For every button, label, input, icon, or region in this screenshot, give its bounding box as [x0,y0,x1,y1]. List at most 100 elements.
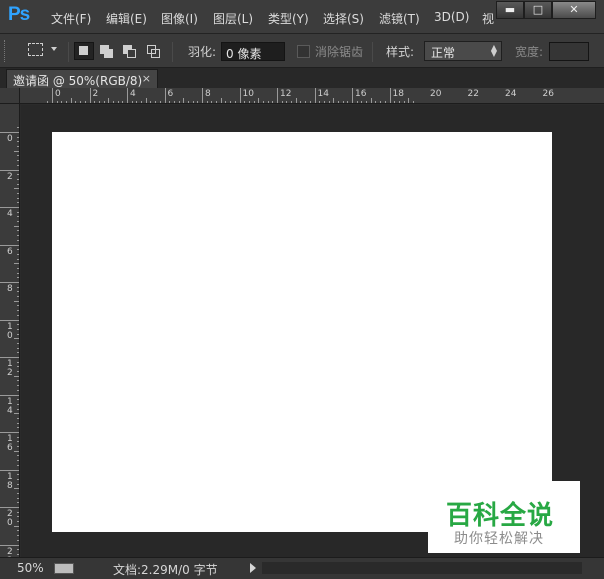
ruler-tick [17,460,19,462]
minimize-button[interactable]: ▬ [496,1,524,19]
ruler-label: 14 [7,396,13,416]
menu-edit[interactable]: 编辑(E) [106,10,147,27]
ruler-tick [17,492,19,494]
width-label: 宽度: [515,45,544,59]
ruler-tick [17,272,19,274]
ruler-label: 0 [55,89,61,99]
horizontal-scrollbar[interactable] [262,562,582,574]
chevron-down-icon [51,47,57,51]
menu-image[interactable]: 图像(I) [161,10,198,27]
ruler-tick [206,101,208,103]
ruler-label: 14 [317,89,329,99]
ruler-tick [248,101,250,103]
ruler-label: 4 [7,209,13,219]
ruler-tick [342,101,344,103]
horizontal-ruler[interactable]: 0 2 4 6 8 10 12 14 16 18 20 22 24 26 [20,88,604,104]
vertical-ruler[interactable]: 0 2 4 6 8 10 12 14 16 18 20 22 [0,104,20,557]
ruler-tick [370,98,372,103]
ruler-label: 6 [7,246,13,257]
ruler-tick [267,101,269,103]
ruler-tick [17,333,19,335]
ruler-tick [403,101,405,103]
ruler-tick [366,101,368,103]
ruler-tick [136,101,138,103]
options-bar-grip[interactable] [4,40,7,62]
ruler-tick [17,483,19,485]
ruler-tick [17,253,19,255]
rect-marquee-icon [28,43,43,56]
ruler-label: 26 [542,89,554,99]
new-selection-button[interactable] [74,42,94,60]
ruler-label: 18 [392,89,404,99]
ruler-tick [183,98,185,103]
new-selection-icon [79,46,88,55]
menu-file[interactable]: 文件(F) [51,10,91,27]
ruler-tick [277,88,278,103]
ruler-tick [17,422,19,424]
menu-filter[interactable]: 滤镜(T) [379,10,420,27]
status-menu-arrow-icon[interactable] [250,563,256,573]
ruler-tick [17,417,19,419]
close-button[interactable]: ✕ [552,1,596,19]
photoshop-logo: Ps [8,4,30,25]
ruler-tick [17,539,19,541]
updown-arrows-icon: ▲ ▼ [490,43,497,58]
ruler-tick [412,101,414,103]
tool-preset-picker[interactable] [26,41,62,61]
restore-button[interactable]: □ [524,1,552,19]
width-input[interactable] [549,42,589,61]
ruler-origin[interactable] [0,88,20,104]
add-to-selection-button[interactable] [97,42,117,60]
menu-select[interactable]: 选择(S) [323,10,364,27]
zoom-level[interactable]: 50% [17,561,44,575]
ruler-tick [17,474,19,476]
ruler-tick [17,183,19,185]
ruler-tick [61,101,63,103]
ruler-tick [14,375,19,377]
menu-layer[interactable]: 图层(L) [213,10,253,27]
ruler-label: 12 [280,89,292,99]
ruler-tick [17,127,19,129]
intersect-selection-button[interactable] [144,42,164,60]
ruler-tick [70,98,72,103]
ruler-tick [17,239,19,241]
subtract-from-selection-button[interactable] [120,42,140,60]
ruler-tick [333,98,335,103]
ruler-tick [17,347,19,349]
ruler-tick [17,258,19,260]
ruler-tick [173,101,175,103]
ruler-tick [17,267,19,269]
menu-type[interactable]: 类型(Y) [268,10,309,27]
ruler-label: 10 [242,89,254,99]
ruler-label: 16 [7,434,13,453]
ruler-tick [17,235,19,237]
ruler-tick [389,88,391,103]
ruler-tick [323,101,325,103]
ruler-tick [17,478,19,480]
ruler-tick [17,197,19,199]
menu-view[interactable]: 视 [482,10,494,27]
close-tab-icon[interactable]: × [142,72,151,85]
options-divider [172,42,173,62]
ruler-tick [230,101,232,103]
options-bar: 羽化: 0 像素 消除锯齿 样式: 正常 ▲ ▼ 宽度: [0,34,604,68]
document-tab[interactable]: 邀请函 @ 50%(RGB/8) × [6,69,158,88]
ruler-tick [14,150,19,152]
ruler-tick [305,101,307,103]
ruler-tick [17,441,19,443]
ruler-tick [309,101,311,103]
ruler-tick [14,263,19,265]
menu-3d[interactable]: 3D(D) [434,10,469,24]
ruler-tick [17,389,19,391]
ruler-tick [394,101,396,103]
document-canvas[interactable] [52,132,552,532]
antialias-checkbox[interactable] [297,45,310,58]
ruler-tick [0,319,19,321]
watermark: 百科全说 助你轻松解决 [428,481,580,553]
ruler-tick [17,516,19,518]
style-select[interactable]: 正常 ▲ ▼ [424,41,502,61]
options-divider [372,42,373,62]
feather-input[interactable]: 0 像素 [221,42,285,61]
ruler-tick [328,101,330,103]
ruler-tick [17,164,19,166]
